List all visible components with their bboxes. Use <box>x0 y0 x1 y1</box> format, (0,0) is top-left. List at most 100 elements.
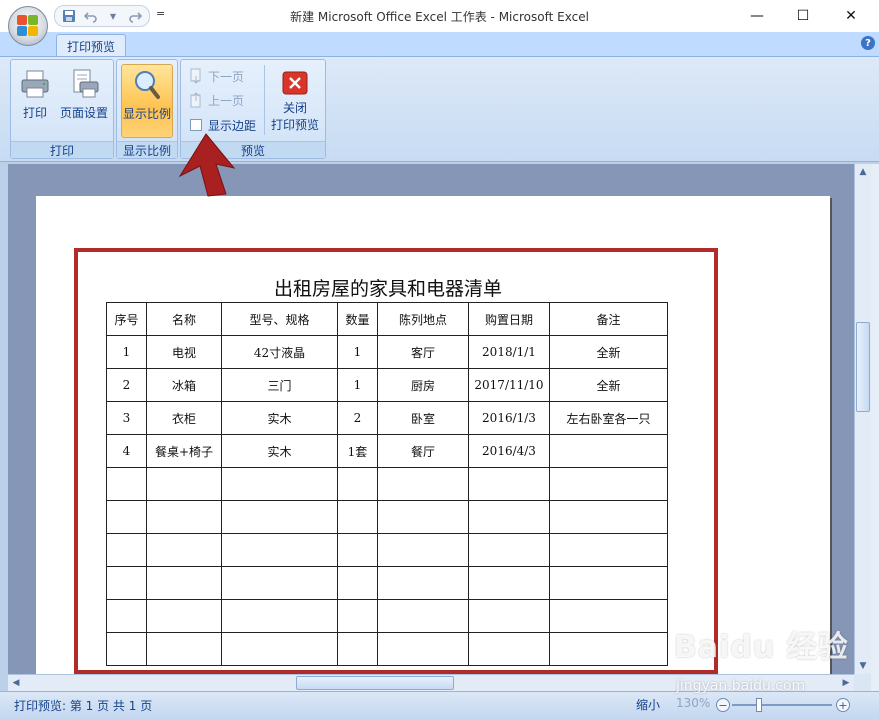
table-cell[interactable]: 陈列地点 <box>377 302 469 336</box>
help-icon[interactable]: ? <box>861 36 875 50</box>
table-cell[interactable]: 衣柜 <box>146 401 222 435</box>
zoom-percent[interactable]: 130% <box>676 696 710 710</box>
table-cell[interactable] <box>337 500 378 534</box>
print-button[interactable]: 打印 <box>15 64 55 138</box>
table-cell[interactable] <box>146 467 222 501</box>
table-cell[interactable]: 电视 <box>146 335 222 369</box>
table-cell[interactable]: 2016/1/3 <box>468 401 550 435</box>
table-cell[interactable] <box>337 533 378 567</box>
table-cell[interactable]: 实木 <box>221 401 338 435</box>
close-preview-button[interactable]: 关闭 打印预览 <box>266 61 324 135</box>
table-cell[interactable]: 数量 <box>337 302 378 336</box>
next-page-button[interactable]: 下一页 <box>188 65 244 87</box>
table-cell[interactable] <box>221 566 338 600</box>
zoom-slider-knob[interactable] <box>756 698 762 712</box>
table-cell[interactable] <box>146 599 222 633</box>
vertical-scroll-thumb[interactable] <box>856 322 870 412</box>
scroll-up-icon[interactable]: ▲ <box>855 164 871 180</box>
table-cell[interactable]: 客厅 <box>377 335 469 369</box>
table-cell[interactable]: 实木 <box>221 434 338 468</box>
table-cell[interactable] <box>106 533 147 567</box>
table-cell[interactable]: 2 <box>106 368 147 402</box>
table-cell[interactable]: 1 <box>337 335 378 369</box>
scroll-down-icon[interactable]: ▼ <box>855 658 871 674</box>
table-cell[interactable] <box>337 467 378 501</box>
table-cell[interactable]: 1套 <box>337 434 378 468</box>
table-cell[interactable] <box>337 599 378 633</box>
table-cell[interactable] <box>337 566 378 600</box>
table-cell[interactable]: 42寸液晶 <box>221 335 338 369</box>
table-cell[interactable] <box>377 632 469 666</box>
table-cell[interactable] <box>377 467 469 501</box>
table-cell[interactable] <box>106 566 147 600</box>
table-cell[interactable] <box>377 599 469 633</box>
scroll-right-icon[interactable]: ▶ <box>838 675 854 691</box>
table-cell[interactable] <box>377 500 469 534</box>
table-cell[interactable]: 全新 <box>549 335 668 369</box>
table-cell[interactable] <box>337 632 378 666</box>
minimize-button[interactable]: — <box>734 0 780 32</box>
table-cell[interactable] <box>468 566 550 600</box>
prev-page-button[interactable]: 上一页 <box>188 89 244 111</box>
table-cell[interactable]: 全新 <box>549 368 668 402</box>
horizontal-scroll-thumb[interactable] <box>296 676 454 690</box>
table-cell[interactable] <box>549 599 668 633</box>
table-cell[interactable] <box>106 632 147 666</box>
table-cell[interactable] <box>549 566 668 600</box>
table-cell[interactable] <box>146 533 222 567</box>
table-cell[interactable]: 餐桌+椅子 <box>146 434 222 468</box>
table-cell[interactable] <box>377 566 469 600</box>
table-cell[interactable]: 1 <box>337 368 378 402</box>
tab-print-preview[interactable]: 打印预览 <box>56 34 127 56</box>
table-cell[interactable] <box>468 467 550 501</box>
zoom-button[interactable]: 显示比例 <box>121 64 173 138</box>
table-cell[interactable] <box>468 632 550 666</box>
table-cell[interactable] <box>106 467 147 501</box>
table-cell[interactable] <box>106 599 147 633</box>
table-cell[interactable] <box>146 500 222 534</box>
office-button[interactable] <box>8 6 48 46</box>
table-cell[interactable]: 2018/1/1 <box>468 335 550 369</box>
preview-area[interactable]: 出租房屋的家具和电器清单 序号 名称 型号、规格 数量 陈列地点 购置日期 备注 1 电视 42寸… <box>8 164 854 674</box>
scroll-left-icon[interactable]: ◀ <box>8 675 24 691</box>
table-cell[interactable] <box>221 533 338 567</box>
table-cell[interactable]: 卧室 <box>377 401 469 435</box>
table-cell[interactable] <box>221 500 338 534</box>
horizontal-scrollbar[interactable]: ◀ ▶ <box>8 674 854 691</box>
table-cell[interactable]: 购置日期 <box>468 302 550 336</box>
table-cell[interactable] <box>549 434 668 468</box>
table-cell[interactable]: 名称 <box>146 302 222 336</box>
table-cell[interactable]: 1 <box>106 335 147 369</box>
table-cell[interactable] <box>146 566 222 600</box>
close-button[interactable]: ✕ <box>828 0 874 32</box>
page-setup-button[interactable]: 页面设置 <box>57 64 111 138</box>
table-cell[interactable] <box>549 533 668 567</box>
zoom-plus-icon[interactable]: + <box>836 698 850 712</box>
table-cell[interactable]: 餐厅 <box>377 434 469 468</box>
table-cell[interactable] <box>549 467 668 501</box>
table-cell[interactable] <box>221 467 338 501</box>
zoom-out-label[interactable]: 缩小 <box>636 696 660 713</box>
table-cell[interactable]: 2016/4/3 <box>468 434 550 468</box>
table-cell[interactable]: 2 <box>337 401 378 435</box>
table-cell[interactable] <box>549 632 668 666</box>
zoom-minus-icon[interactable]: − <box>716 698 730 712</box>
table-cell[interactable]: 冰箱 <box>146 368 222 402</box>
table-cell[interactable] <box>146 632 222 666</box>
show-margins-checkbox[interactable] <box>190 119 202 131</box>
table-cell[interactable]: 4 <box>106 434 147 468</box>
table-cell[interactable]: 2017/11/10 <box>468 368 550 402</box>
table-cell[interactable] <box>221 632 338 666</box>
table-cell[interactable]: 厨房 <box>377 368 469 402</box>
table-cell[interactable]: 3 <box>106 401 147 435</box>
table-cell[interactable]: 型号、规格 <box>221 302 338 336</box>
table-cell[interactable] <box>221 599 338 633</box>
table-cell[interactable] <box>468 599 550 633</box>
table-cell[interactable] <box>106 500 147 534</box>
table-cell[interactable] <box>549 500 668 534</box>
table-cell[interactable] <box>377 533 469 567</box>
table-cell[interactable] <box>468 533 550 567</box>
table-cell[interactable]: 备注 <box>549 302 668 336</box>
table-cell[interactable]: 左右卧室各一只 <box>549 401 668 435</box>
vertical-scrollbar[interactable]: ▲ ▼ <box>854 164 871 674</box>
